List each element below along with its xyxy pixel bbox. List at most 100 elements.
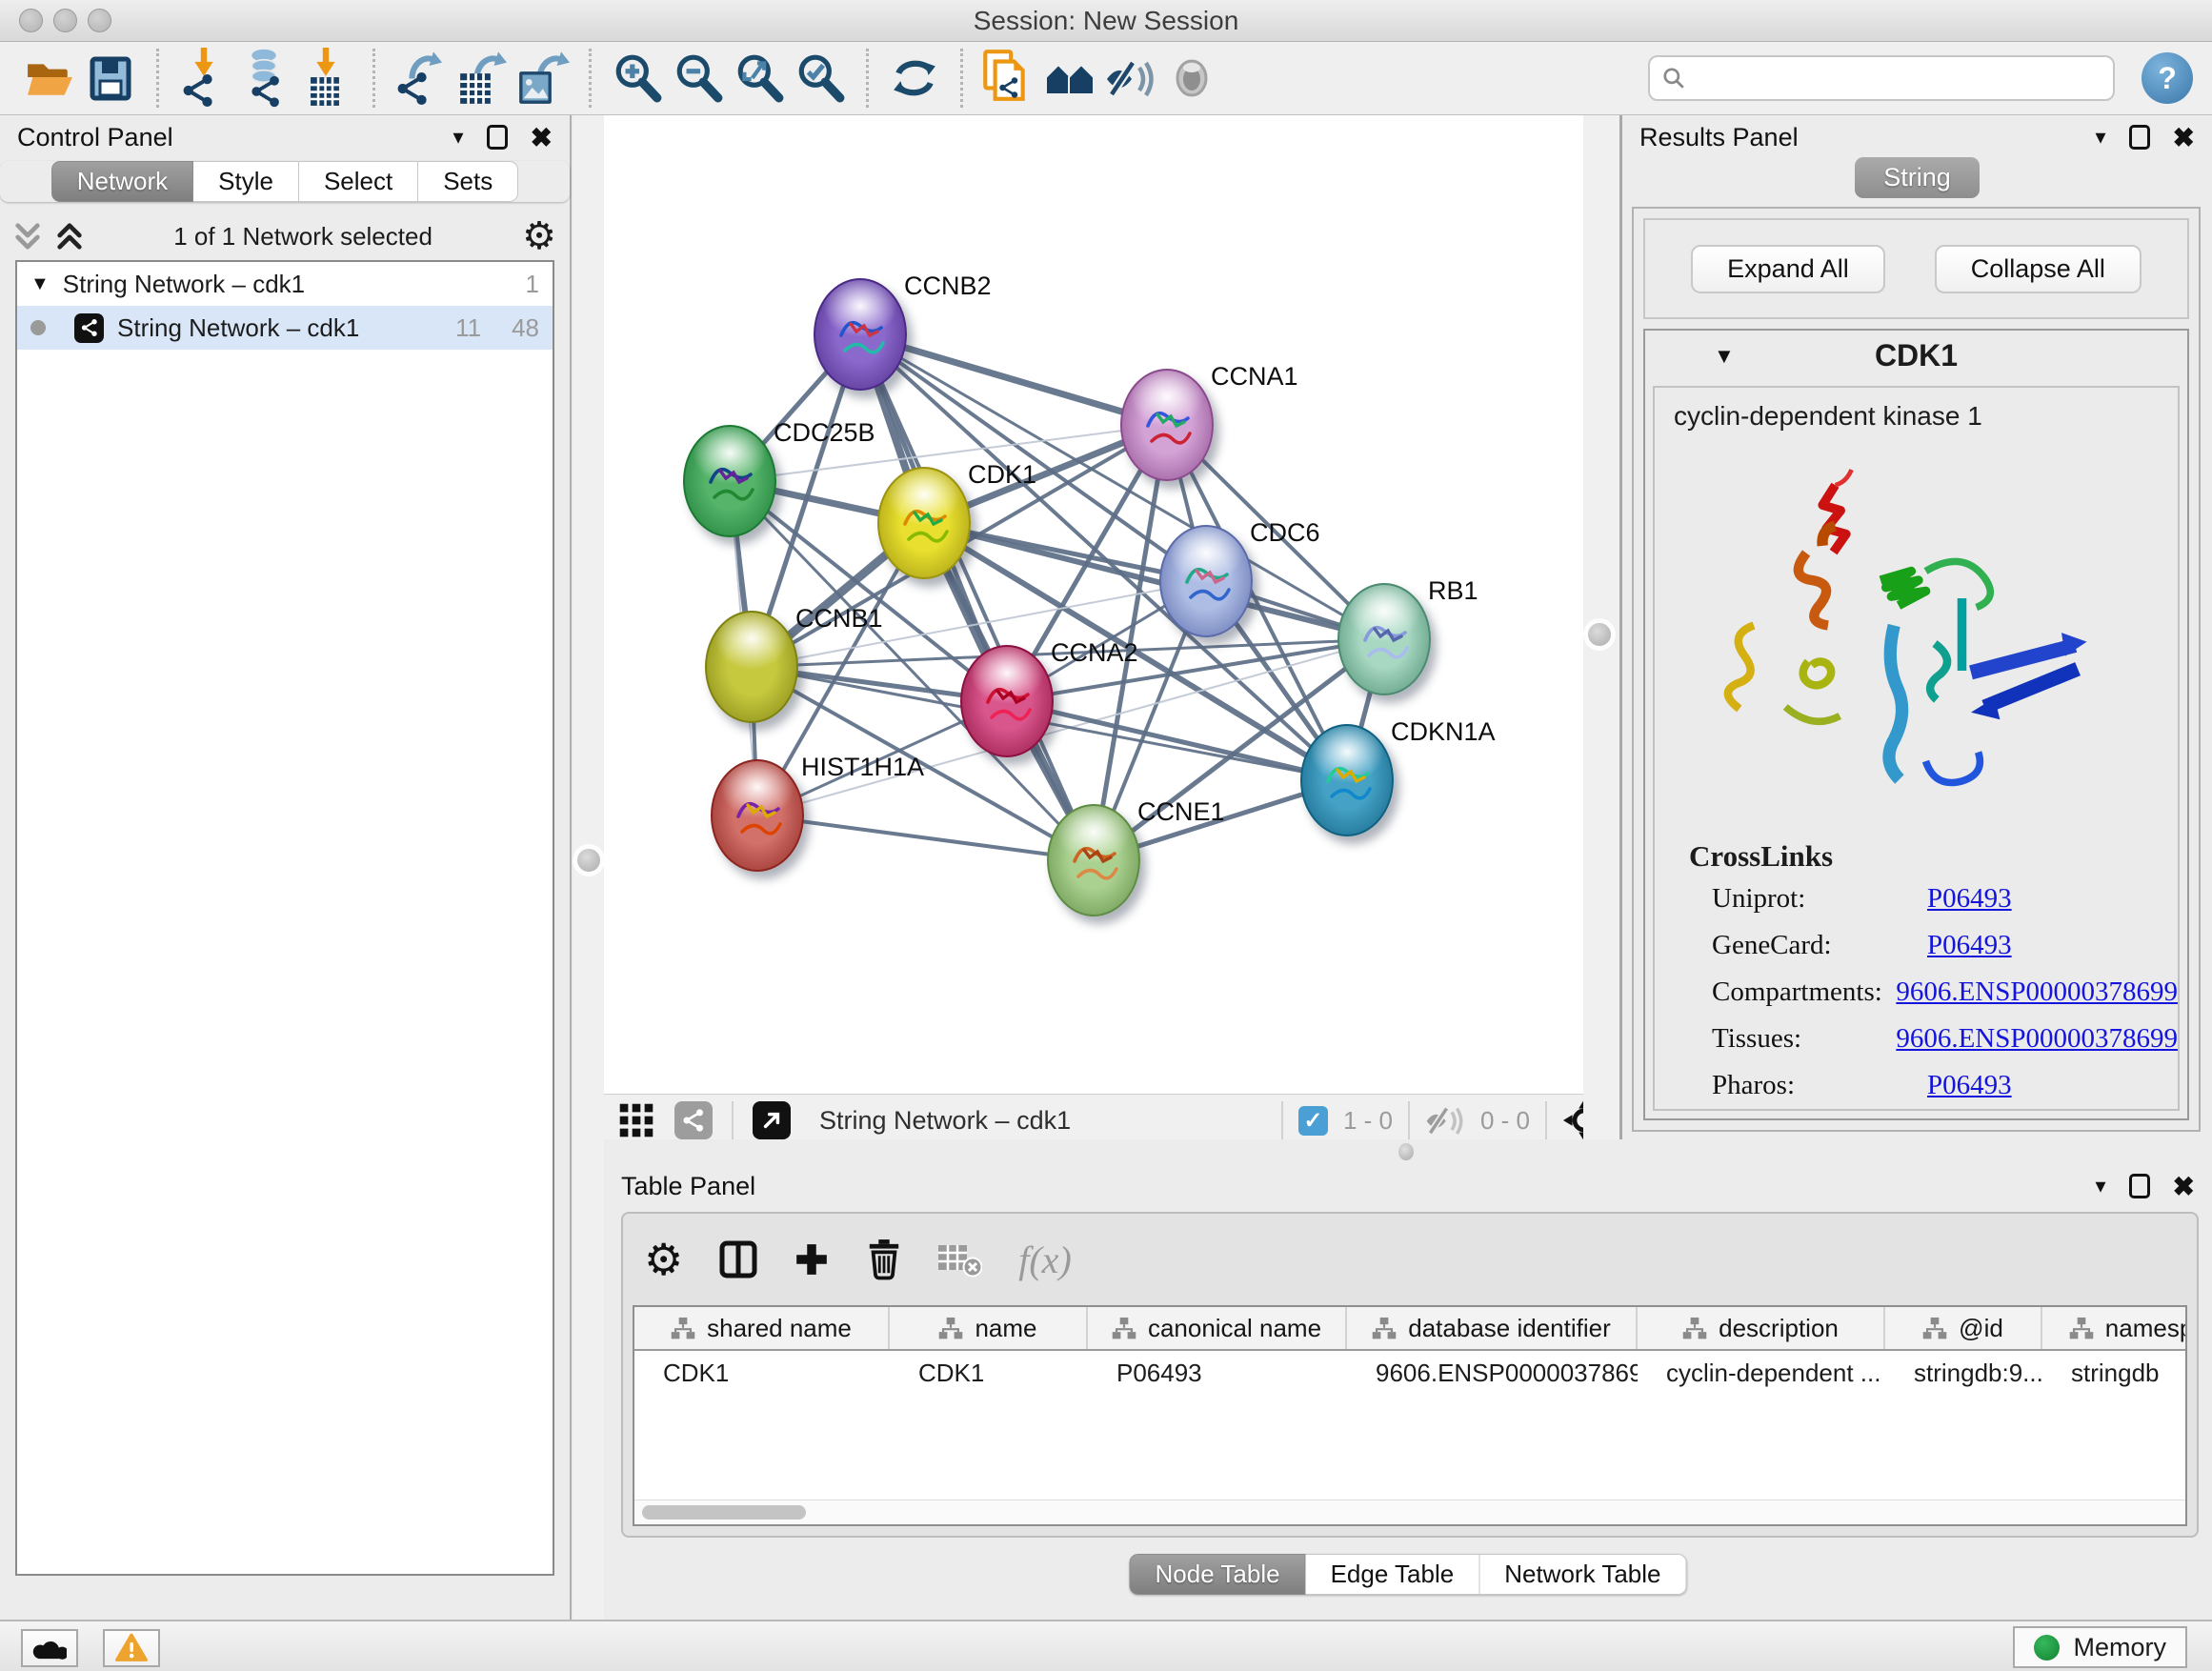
table-cell[interactable]: stringdb	[2042, 1359, 2187, 1388]
help-button[interactable]: ?	[2142, 52, 2193, 104]
collapse-panel-icon[interactable]: ▾	[2095, 1174, 2105, 1198]
float-panel-icon[interactable]	[2129, 125, 2150, 150]
table-cell[interactable]: cyclin-dependent ...	[1638, 1359, 1885, 1388]
import-network-database-button[interactable]	[235, 48, 296, 109]
tab-network-table[interactable]: Network Table	[1479, 1554, 1686, 1595]
splitter-handle[interactable]	[1588, 623, 1611, 646]
collapse-all-networks-icon[interactable]	[13, 220, 42, 252]
collapse-panel-icon[interactable]: ▾	[2095, 125, 2105, 150]
collapse-all-button[interactable]: Collapse All	[1935, 245, 2142, 293]
network-canvas[interactable]: CCNB2CCNA1CDC25BCDK1CDC6RB1CCNB1CCNA2CDK…	[604, 115, 1583, 1094]
export-network-button[interactable]	[391, 48, 452, 109]
column-header-canonical-name[interactable]: canonical name	[1088, 1307, 1347, 1349]
network-view-area: CCNB2CCNA1CDC25BCDK1CDC6RB1CCNB1CCNA2CDK…	[604, 115, 1619, 1146]
collapse-panel-icon[interactable]: ▾	[452, 125, 463, 150]
hide-selected-button[interactable]	[1100, 48, 1161, 109]
add-column-icon[interactable]	[794, 1241, 830, 1278]
table-row[interactable]: CDK1CDK1P064939606.ENSP00000378699cyclin…	[634, 1351, 2185, 1395]
view-string-icon[interactable]	[674, 1101, 713, 1139]
crosslink-link[interactable]: P06493	[1927, 930, 2012, 961]
network-node-ccne1[interactable]	[1047, 804, 1140, 916]
network-node-cdc6[interactable]	[1159, 525, 1253, 637]
network-collection-row[interactable]: ▼ String Network – cdk1 1	[17, 262, 553, 306]
zoom-selected-button[interactable]	[790, 48, 851, 109]
tab-style[interactable]: Style	[193, 161, 299, 202]
table-cell[interactable]: 9606.ENSP00000378699	[1347, 1359, 1638, 1388]
network-node-ccnb1[interactable]	[705, 611, 798, 723]
hidden-eye-slash-icon[interactable]	[1425, 1103, 1465, 1137]
horizontal-splitter[interactable]	[604, 1139, 2212, 1164]
network-node-cdc25b[interactable]	[683, 425, 776, 537]
network-node-cdkn1a[interactable]	[1300, 724, 1394, 836]
protein-header[interactable]: ▼ CDK1	[1645, 331, 2187, 386]
tab-string[interactable]: String	[1855, 157, 1980, 198]
network-node-cdk1[interactable]	[877, 467, 971, 579]
zoom-in-button[interactable]	[607, 48, 668, 109]
network-node-hist1h1a[interactable]	[711, 759, 804, 872]
left-splitter[interactable]	[573, 115, 604, 1620]
table-cell[interactable]: stringdb:9...	[1885, 1359, 2042, 1388]
table-cell[interactable]: CDK1	[890, 1359, 1088, 1388]
apply-layout-button[interactable]	[884, 48, 945, 109]
float-panel-icon[interactable]	[2129, 1174, 2150, 1198]
show-columns-icon[interactable]	[719, 1240, 757, 1278]
network-options-gear-icon[interactable]: ⚙	[522, 217, 556, 255]
save-session-button[interactable]	[80, 48, 141, 109]
column-header-namespace[interactable]: namespace	[2042, 1307, 2187, 1349]
cloud-status-button[interactable]	[21, 1629, 78, 1667]
close-panel-icon[interactable]: ✖	[2173, 122, 2195, 153]
crosslink-link[interactable]: 9606.ENSP00000378699	[1896, 976, 2178, 1008]
expand-all-button[interactable]: Expand All	[1691, 245, 1885, 293]
warnings-button[interactable]	[103, 1629, 160, 1667]
network-row[interactable]: String Network – cdk1 11 48	[17, 306, 553, 350]
network-node-ccnb2[interactable]	[814, 278, 907, 391]
show-hidden-button[interactable]	[1161, 48, 1222, 109]
import-network-file-button[interactable]	[174, 48, 235, 109]
export-table-button[interactable]	[452, 48, 513, 109]
scrollbar-thumb[interactable]	[642, 1505, 806, 1520]
export-image-button[interactable]	[513, 48, 573, 109]
tab-edge-table[interactable]: Edge Table	[1306, 1554, 1480, 1595]
collection-expand-icon[interactable]: ▼	[30, 273, 50, 295]
column-header-shared-name[interactable]: shared name	[634, 1307, 890, 1349]
detach-view-icon[interactable]	[753, 1101, 791, 1139]
close-panel-icon[interactable]: ✖	[2173, 1171, 2195, 1202]
column-header-description[interactable]: description	[1638, 1307, 1885, 1349]
right-splitter[interactable]	[1583, 115, 1619, 1146]
column-header-id[interactable]: @id	[1885, 1307, 2042, 1349]
network-node-ccna2[interactable]	[960, 645, 1054, 757]
network-node-rb1[interactable]	[1337, 583, 1431, 695]
control-panel: Control Panel ▾ ✖ NetworkStyleSelectSets…	[0, 115, 572, 1620]
delete-column-icon[interactable]	[866, 1238, 902, 1281]
show-grid-icon[interactable]	[617, 1101, 655, 1139]
search-input[interactable]	[1694, 65, 2101, 92]
open-session-button[interactable]	[19, 48, 80, 109]
splitter-handle[interactable]	[577, 849, 600, 872]
tab-node-table[interactable]: Node Table	[1130, 1554, 1306, 1595]
column-header-name[interactable]: name	[890, 1307, 1088, 1349]
memory-button[interactable]: Memory	[2013, 1626, 2187, 1668]
table-cell[interactable]: CDK1	[634, 1359, 890, 1388]
tab-sets[interactable]: Sets	[418, 161, 518, 202]
zoom-out-button[interactable]	[668, 48, 729, 109]
tab-select[interactable]: Select	[299, 161, 418, 202]
global-search-field[interactable]	[1648, 55, 2115, 101]
import-table-file-button[interactable]	[296, 48, 357, 109]
group-nodes-button[interactable]	[1039, 48, 1100, 109]
selected-checkbox-icon[interactable]: ✓	[1298, 1106, 1328, 1136]
table-cell[interactable]: P06493	[1088, 1359, 1347, 1388]
crosslink-link[interactable]: 9606.ENSP00000378699	[1896, 1023, 2178, 1055]
table-options-gear-icon[interactable]: ⚙	[644, 1238, 683, 1281]
clone-network-button[interactable]	[978, 48, 1039, 109]
tab-network[interactable]: Network	[51, 161, 193, 202]
zoom-fit-button[interactable]	[729, 48, 790, 109]
crosslink-link[interactable]: P06493	[1927, 883, 2012, 915]
table-horizontal-scrollbar[interactable]	[634, 1500, 2185, 1524]
splitter-handle[interactable]	[1398, 1143, 1414, 1160]
crosslink-link[interactable]: P06493	[1927, 1070, 2012, 1101]
expand-all-networks-icon[interactable]	[55, 220, 84, 252]
network-node-ccna1[interactable]	[1120, 369, 1214, 481]
close-panel-icon[interactable]: ✖	[531, 122, 553, 153]
column-header-database-identifier[interactable]: database identifier	[1347, 1307, 1638, 1349]
float-panel-icon[interactable]	[487, 125, 508, 150]
